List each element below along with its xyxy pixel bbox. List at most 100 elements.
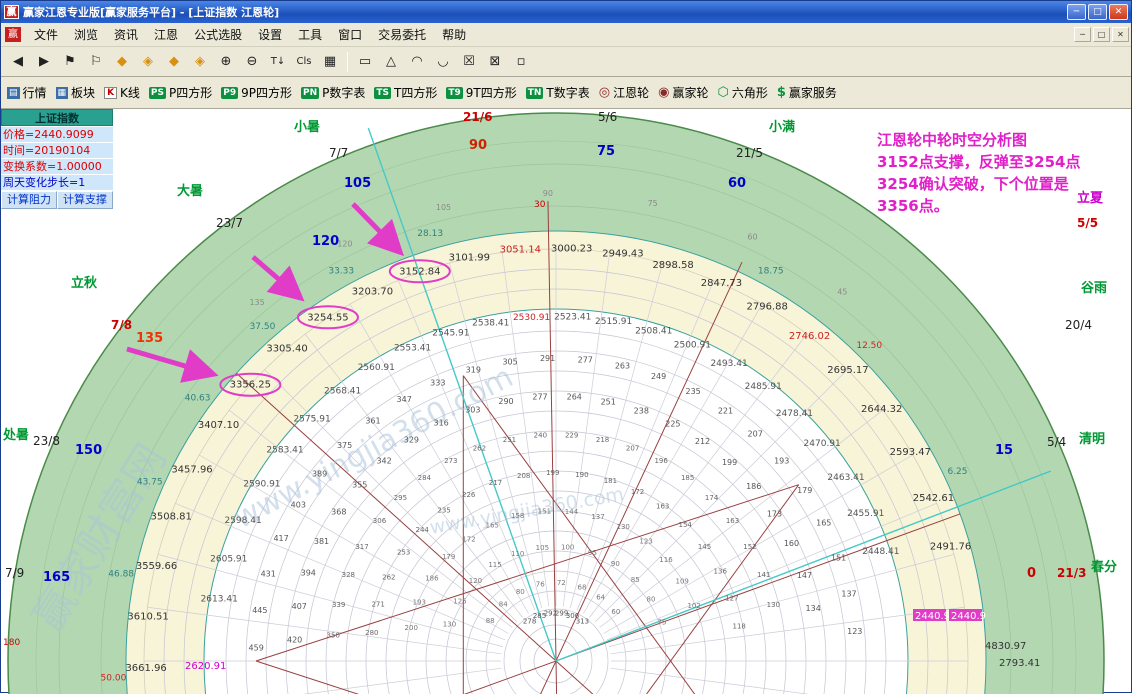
title-bar: 赢 赢家江恩专业版[赢家服务平台] - [上证指数 江恩轮] ─ □ ✕ [1, 1, 1131, 23]
crossbox-tool-icon[interactable]: ⊠ [483, 50, 507, 73]
toolbar-item-p-square[interactable]: PS P四方形 [149, 84, 212, 101]
svg-text:3559.66: 3559.66 [136, 561, 177, 572]
prev-icon[interactable]: ◀ [6, 50, 30, 73]
toolbar-item-label: 9P四方形 [241, 84, 292, 101]
svg-text:445: 445 [252, 606, 267, 615]
t-down-icon[interactable]: T↓ [266, 50, 290, 73]
toolbar-item-gann-wheel[interactable]: ◎ 江恩轮 [599, 84, 649, 101]
toolbar-item-kline[interactable]: K K线 [104, 84, 140, 101]
toolbar-item-t-square[interactable]: TS T四方形 [374, 84, 437, 101]
svg-text:江恩轮中轮时空分析图: 江恩轮中轮时空分析图 [877, 131, 1027, 149]
next-icon[interactable]: ▶ [32, 50, 56, 73]
rect-tool-icon[interactable]: ▭ [353, 50, 377, 73]
menu-item-window[interactable]: 窗口 [330, 23, 370, 46]
svg-text:253: 253 [397, 548, 410, 556]
svg-text:2560.91: 2560.91 [358, 363, 395, 373]
toolbar-item-sectors[interactable]: ▦ 板块 [56, 84, 96, 101]
svg-text:2448.41: 2448.41 [862, 547, 899, 557]
diamond-dot-tool-icon[interactable]: ◈ [188, 50, 212, 73]
close-button[interactable]: ✕ [1109, 4, 1128, 20]
menu-item-tools[interactable]: 工具 [290, 23, 330, 46]
winner-wheel-icon: ◉ [658, 85, 669, 100]
svg-text:30: 30 [534, 200, 546, 210]
svg-text:2440.9: 2440.9 [951, 611, 986, 622]
9p-square-icon: P9 [221, 87, 238, 99]
svg-text:2440.9: 2440.9 [915, 611, 950, 622]
mdi-restore-button[interactable]: □ [1093, 27, 1110, 42]
svg-text:3508.81: 3508.81 [151, 511, 192, 522]
svg-text:75: 75 [648, 199, 658, 208]
price-value: 价格=2440.9099 [1, 127, 113, 142]
svg-text:2796.88: 2796.88 [746, 302, 787, 313]
svg-text:264: 264 [567, 393, 582, 402]
toolbar-item-9p-square[interactable]: P9 9P四方形 [221, 84, 292, 101]
menu-item-browse[interactable]: 浏览 [66, 23, 106, 46]
app-logo-icon: 赢 [4, 5, 19, 19]
svg-text:2583.41: 2583.41 [266, 445, 303, 455]
menu-item-news[interactable]: 资讯 [106, 23, 146, 46]
arc-down-tool-icon[interactable]: ◡ [431, 50, 455, 73]
svg-text:处暑: 处暑 [2, 427, 29, 443]
toolbar-item-label: 赢家轮 [672, 84, 708, 101]
cls-icon[interactable]: Cls [292, 50, 316, 73]
svg-text:3407.10: 3407.10 [198, 420, 239, 431]
svg-text:3152点支撑，反弹至3254点: 3152点支撑，反弹至3254点 [877, 153, 1081, 171]
zoom-in-icon[interactable]: ⊕ [214, 50, 238, 73]
triangle-tool-icon[interactable]: △ [379, 50, 403, 73]
gann-wheel-svg[interactable]: 赢家财富网www.yingjia360.comwww.yingjia360.co… [1, 109, 1132, 694]
mdi-close-button[interactable]: ✕ [1112, 27, 1129, 42]
clear-tool-icon[interactable]: ▫ [509, 50, 533, 73]
menu-item-gann[interactable]: 江恩 [146, 23, 186, 46]
menu-item-trade[interactable]: 交易委托 [370, 23, 434, 46]
diamond2-tool-icon[interactable]: ◆ [162, 50, 186, 73]
app-window: 赢 赢家江恩专业版[赢家服务平台] - [上证指数 江恩轮] ─ □ ✕ 赢 文… [0, 0, 1132, 693]
diamond-tool-icon[interactable]: ◆ [110, 50, 134, 73]
svg-text:136: 136 [714, 568, 728, 576]
flag-tool-icon[interactable]: ⚑ [58, 50, 82, 73]
svg-text:2568.41: 2568.41 [324, 387, 361, 397]
svg-text:313: 313 [576, 617, 589, 625]
winner-service-icon: $ [777, 85, 786, 100]
svg-text:23/8: 23/8 [33, 434, 60, 448]
calc-support-button[interactable]: 计算支撑 [57, 191, 113, 209]
svg-text:60: 60 [728, 176, 746, 191]
toolbar-item-9t-square[interactable]: T9 9T四方形 [446, 84, 516, 101]
toolbar-item-winner-wheel[interactable]: ◉ 赢家轮 [658, 84, 708, 101]
svg-text:291: 291 [540, 354, 555, 363]
svg-text:2553.41: 2553.41 [394, 344, 431, 354]
toolbar-item-winner-service[interactable]: $ 赢家服务 [777, 84, 837, 101]
xbox-tool-icon[interactable]: ☒ [457, 50, 481, 73]
svg-text:18.75: 18.75 [758, 267, 784, 277]
zoom-out-icon[interactable]: ⊖ [240, 50, 264, 73]
svg-text:2463.41: 2463.41 [827, 473, 864, 483]
diamond-ring-tool-icon[interactable]: ◈ [136, 50, 160, 73]
menu-item-formula-stockpick[interactable]: 公式选股 [186, 23, 250, 46]
svg-text:333: 333 [430, 378, 445, 387]
svg-text:21/3: 21/3 [1057, 566, 1086, 580]
menu-item-file[interactable]: 文件 [26, 23, 66, 46]
svg-text:123: 123 [639, 538, 652, 546]
grid-icon[interactable]: ▦ [318, 50, 342, 73]
menu-item-help[interactable]: 帮助 [434, 23, 474, 46]
svg-text:381: 381 [314, 537, 329, 546]
svg-text:280: 280 [365, 629, 378, 637]
mdi-minimize-button[interactable]: ─ [1074, 27, 1091, 42]
flag-outline-tool-icon[interactable]: ⚐ [84, 50, 108, 73]
svg-text:240: 240 [534, 432, 547, 440]
svg-text:295: 295 [394, 494, 407, 502]
toolbar-item-quotes[interactable]: ▤ 行情 [7, 84, 47, 101]
hexagon-icon: ⬡ [717, 85, 728, 100]
arc-up-tool-icon[interactable]: ◠ [405, 50, 429, 73]
toolbar-item-hexagon[interactable]: ⬡ 六角形 [717, 84, 767, 101]
9t-square-icon: T9 [446, 87, 462, 99]
toolbar-item-p-table[interactable]: PN P数字表 [301, 84, 365, 101]
menu-item-settings[interactable]: 设置 [250, 23, 290, 46]
maximize-button[interactable]: □ [1088, 4, 1107, 20]
svg-text:152: 152 [743, 543, 756, 551]
minimize-button[interactable]: ─ [1067, 4, 1086, 20]
svg-text:6.25: 6.25 [947, 467, 967, 477]
toolbar-item-t-table[interactable]: TN T数字表 [526, 84, 590, 101]
svg-text:163: 163 [726, 517, 739, 525]
calc-resistance-button[interactable]: 计算阻力 [1, 191, 57, 209]
svg-text:193: 193 [413, 598, 426, 606]
